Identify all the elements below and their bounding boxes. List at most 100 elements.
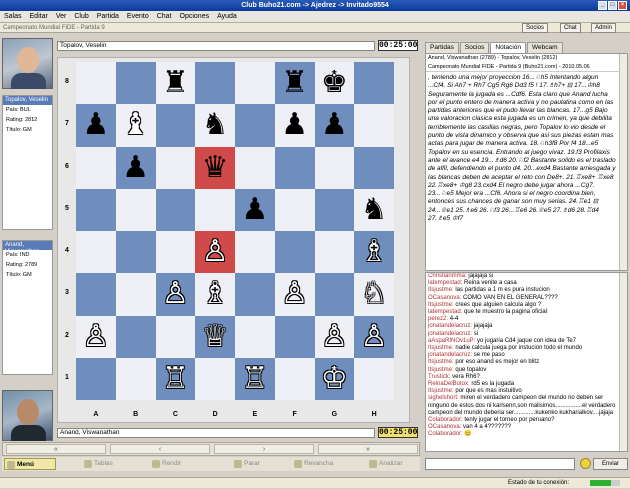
square-g8[interactable]: ♚ — [314, 62, 355, 105]
square-d5[interactable] — [195, 188, 235, 231]
square-c5[interactable] — [155, 188, 196, 231]
square-e2[interactable] — [235, 315, 275, 358]
first-move-button[interactable]: « — [6, 444, 106, 454]
square-c8[interactable]: ♜ — [155, 62, 196, 105]
menu-ver[interactable]: Ver — [52, 11, 71, 23]
square-c2[interactable] — [155, 315, 196, 358]
stop-button[interactable]: Parar — [232, 458, 260, 470]
piece-d3[interactable]: ♗ — [195, 273, 235, 315]
menu-opciones[interactable]: Opciones — [176, 11, 214, 23]
chat-username[interactable]: jonatandelacruz: — [428, 323, 472, 329]
square-f3[interactable]: ♙ — [274, 273, 315, 316]
chat-username[interactable]: ReinaDelBotox: — [428, 381, 470, 387]
chat-button[interactable]: Chat — [560, 23, 581, 33]
square-e5[interactable]: ♟ — [235, 188, 275, 231]
resign-button[interactable]: Rendir — [150, 458, 181, 470]
tab-webcam[interactable]: Webcam — [527, 42, 563, 53]
piece-h2[interactable]: ♙ — [354, 316, 394, 358]
square-b1[interactable] — [115, 357, 156, 400]
square-e8[interactable] — [235, 62, 275, 105]
close-icon[interactable]: × — [618, 1, 627, 10]
square-h1[interactable] — [354, 357, 394, 400]
square-h7[interactable] — [354, 104, 394, 147]
emoji-icon[interactable] — [580, 458, 591, 469]
square-g7[interactable]: ♟ — [314, 104, 355, 147]
square-d8[interactable] — [195, 62, 235, 105]
square-h2[interactable]: ♙ — [354, 315, 394, 358]
piece-h5[interactable]: ♞ — [354, 189, 394, 231]
square-g4[interactable] — [314, 231, 355, 274]
piece-c8[interactable]: ♜ — [156, 62, 196, 104]
admin-button[interactable]: Admin — [591, 23, 617, 33]
square-a5[interactable] — [76, 188, 116, 231]
piece-f7[interactable]: ♟ — [275, 104, 315, 146]
square-b3[interactable] — [115, 273, 156, 316]
piece-c3[interactable]: ♙ — [156, 273, 196, 315]
square-h4[interactable]: ♗ — [354, 231, 394, 274]
menu-editar[interactable]: Editar — [26, 11, 52, 23]
square-d2[interactable]: ♕ — [195, 315, 235, 358]
menu-partida[interactable]: Partida — [93, 11, 123, 23]
square-d7[interactable]: ♞ — [195, 104, 235, 147]
square-d3[interactable]: ♗ — [195, 273, 235, 316]
square-c7[interactable] — [155, 104, 196, 147]
square-f6[interactable] — [274, 146, 315, 189]
square-a8[interactable] — [76, 62, 116, 105]
menu-button[interactable]: Menú — [4, 458, 56, 470]
square-f8[interactable]: ♜ — [274, 62, 315, 105]
piece-d7[interactable]: ♞ — [195, 104, 235, 146]
piece-a2[interactable]: ♙ — [76, 316, 116, 358]
square-f4[interactable] — [274, 231, 315, 274]
socios-button[interactable]: Socios — [522, 23, 549, 33]
piece-g1[interactable]: ♔ — [315, 358, 355, 400]
chat-username[interactable]: Itsjustme: — [428, 345, 454, 351]
rematch-button[interactable]: Revancha — [292, 458, 333, 470]
square-a3[interactable] — [76, 273, 116, 316]
menu-evento[interactable]: Evento — [123, 11, 153, 23]
chat-username[interactable]: Trustick: — [428, 374, 450, 380]
square-g6[interactable] — [314, 146, 355, 189]
piece-d6[interactable]: ♛ — [195, 147, 235, 189]
piece-c1[interactable]: ♖ — [156, 358, 196, 400]
chat-username[interactable]: sighelshort: — [428, 395, 459, 401]
chat-username[interactable]: jonatandelacruz: — [428, 352, 472, 358]
piece-d2[interactable]: ♕ — [195, 316, 235, 358]
piece-d4[interactable]: ♙ — [195, 231, 235, 273]
piece-f8[interactable]: ♜ — [275, 62, 315, 104]
square-h5[interactable]: ♞ — [354, 188, 394, 231]
send-button[interactable]: Enviar — [593, 458, 628, 470]
chat-username[interactable]: Itsjustme: — [428, 287, 454, 293]
draw-button[interactable]: Tablas — [82, 458, 113, 470]
square-b8[interactable] — [115, 62, 156, 105]
piece-f3[interactable]: ♙ — [275, 273, 315, 315]
square-b2[interactable] — [115, 315, 156, 358]
square-c6[interactable] — [155, 146, 196, 189]
chat-username[interactable]: aAspaRINOv1uP: — [428, 338, 475, 344]
square-b5[interactable] — [115, 188, 156, 231]
square-d6[interactable]: ♛ — [195, 146, 235, 189]
square-e6[interactable] — [235, 146, 275, 189]
piece-b7[interactable]: ♝ — [116, 104, 156, 146]
menu-salas[interactable]: Salas — [0, 11, 26, 23]
chat-username[interactable]: Itsjustme: — [428, 302, 454, 308]
chat-input[interactable] — [425, 458, 575, 470]
square-h6[interactable] — [354, 146, 394, 189]
menu-ayuda[interactable]: Ayuda — [213, 11, 241, 23]
square-a6[interactable] — [76, 146, 116, 189]
square-e1[interactable]: ♖ — [235, 357, 275, 400]
square-d4[interactable]: ♙ — [195, 231, 235, 274]
square-f2[interactable] — [274, 315, 315, 358]
square-g5[interactable] — [314, 188, 355, 231]
piece-a7[interactable]: ♟ — [76, 104, 116, 146]
square-a4[interactable] — [76, 231, 116, 274]
square-h8[interactable] — [354, 62, 394, 105]
square-c3[interactable]: ♙ — [155, 273, 196, 316]
next-move-button[interactable]: › — [214, 444, 314, 454]
chat-username[interactable]: Itsjustme: — [428, 367, 454, 373]
piece-h4[interactable]: ♗ — [354, 231, 394, 273]
chat-username[interactable]: Christianmma: — [428, 273, 467, 279]
tab-partidas[interactable]: Partidas — [425, 42, 459, 53]
chess-board[interactable]: ♜ ♜ ♚ ♟ ♝ ♞ ♟ ♟ ♟ ♛ ♟ ♞ ♙ ♗ ♙ ♗ ♙ ♘ ♙ ♕ ♙ ♙ ♖ ♖ ♔ 8 7 6 5 4 3 2 1 A B C D E F G… — [65, 62, 394, 418]
piece-e5[interactable]: ♟ — [235, 189, 275, 231]
square-c4[interactable] — [155, 231, 196, 274]
